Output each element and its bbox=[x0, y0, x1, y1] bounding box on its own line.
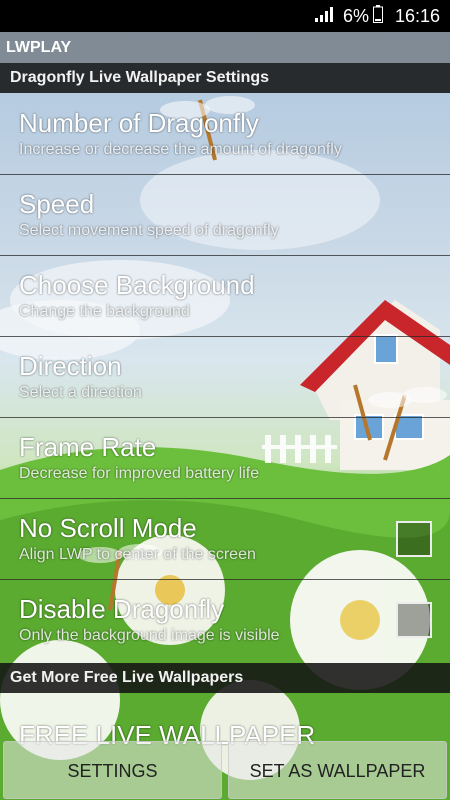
pref-no-scroll-mode[interactable]: No Scroll Mode Align LWP to center of th… bbox=[0, 499, 450, 580]
pref-number-of-dragonfly[interactable]: Number of Dragonfly Increase or decrease… bbox=[0, 94, 450, 175]
settings-button-label: SETTINGS bbox=[67, 760, 158, 781]
bottom-button-bar: SETTINGS SET AS WALLPAPER bbox=[0, 739, 450, 800]
pref-summary: Change the background bbox=[19, 303, 190, 320]
no-scroll-mode-checkbox[interactable] bbox=[396, 521, 432, 557]
app-title: LWPLAY bbox=[6, 38, 72, 56]
battery-percent: 6% bbox=[342, 5, 369, 26]
pref-summary: Select movement speed of dragonfly bbox=[19, 222, 279, 239]
pref-title: Disable Dragonfly bbox=[19, 594, 225, 624]
settings-button[interactable]: SETTINGS bbox=[3, 741, 222, 799]
pref-title: Choose Background bbox=[19, 270, 255, 300]
battery-icon bbox=[372, 4, 383, 28]
pref-title: Speed bbox=[19, 189, 95, 219]
signal-icon bbox=[314, 6, 335, 27]
pref-title: Number of Dragonfly bbox=[19, 108, 259, 138]
disable-dragonfly-checkbox[interactable] bbox=[396, 602, 432, 638]
pref-summary: Increase or decrease the amount of drago… bbox=[19, 141, 342, 158]
pref-choose-background[interactable]: Choose Background Change the background bbox=[0, 256, 450, 337]
pref-summary: Select a direction bbox=[19, 384, 142, 401]
pref-frame-rate[interactable]: Frame Rate Decrease for improved battery… bbox=[0, 418, 450, 499]
settings-category-header: Dragonfly Live Wallpaper Settings bbox=[0, 63, 450, 93]
pref-disable-dragonfly[interactable]: Disable Dragonfly Only the background im… bbox=[0, 580, 450, 650]
preference-list: Number of Dragonfly Increase or decrease… bbox=[0, 94, 450, 650]
set-as-wallpaper-button-label: SET AS WALLPAPER bbox=[249, 760, 426, 781]
more-wallpapers-category-header: Get More Free Live Wallpapers bbox=[0, 663, 450, 693]
pref-title: Direction bbox=[19, 351, 122, 381]
more-wallpapers-label: Get More Free Live Wallpapers bbox=[10, 669, 244, 686]
pref-summary: Align LWP to center of the screen bbox=[19, 546, 256, 563]
pref-direction[interactable]: Direction Select a direction bbox=[0, 337, 450, 418]
set-as-wallpaper-button[interactable]: SET AS WALLPAPER bbox=[228, 741, 447, 799]
app-title-bar: LWPLAY bbox=[0, 32, 450, 63]
pref-title: Frame Rate bbox=[19, 432, 157, 462]
pref-summary: Decrease for improved battery life bbox=[19, 465, 260, 482]
settings-category-label: Dragonfly Live Wallpaper Settings bbox=[10, 69, 270, 86]
pref-summary: Only the background image is visible bbox=[19, 627, 280, 644]
pref-title: No Scroll Mode bbox=[19, 513, 197, 543]
pref-speed[interactable]: Speed Select movement speed of dragonfly bbox=[0, 175, 450, 256]
clock: 16:16 bbox=[394, 5, 440, 26]
status-bar: 6% 16:16 bbox=[0, 0, 450, 32]
